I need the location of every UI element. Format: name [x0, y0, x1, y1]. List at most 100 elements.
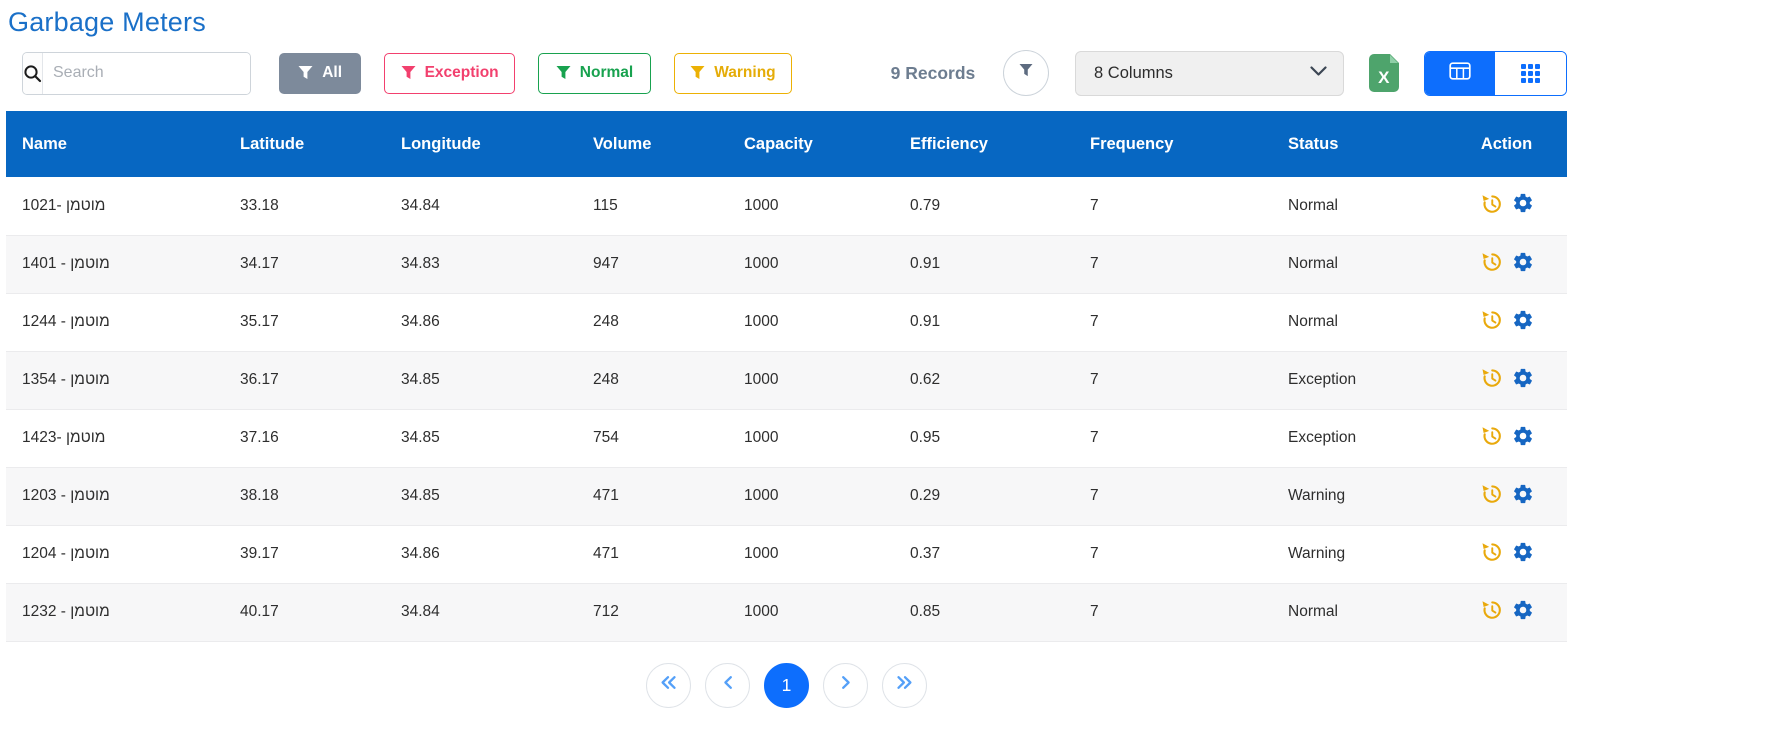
- settings-button[interactable]: [1512, 367, 1534, 392]
- column-header-longitude[interactable]: Longitude: [385, 111, 577, 177]
- cell-action: [1446, 235, 1567, 293]
- cell-latitude: 35.17: [224, 293, 385, 351]
- filter-funnel-button[interactable]: [1003, 50, 1049, 96]
- columns-dropdown[interactable]: 8 Columns: [1075, 51, 1344, 96]
- pagination-last-button[interactable]: [882, 663, 927, 708]
- grid-view-button[interactable]: [1495, 52, 1566, 95]
- table-row: 1021- מוטמן33.1834.8411510000.797Normal: [6, 177, 1567, 235]
- column-header-capacity[interactable]: Capacity: [728, 111, 894, 177]
- cell-capacity: 1000: [728, 177, 894, 235]
- pagination-page-1-button[interactable]: 1: [764, 663, 809, 708]
- history-icon: [1480, 308, 1503, 334]
- cell-capacity: 1000: [728, 351, 894, 409]
- table-view-icon: [1449, 62, 1471, 85]
- cell-status: Normal: [1272, 235, 1446, 293]
- cell-latitude: 38.18: [224, 467, 385, 525]
- cell-name: 1021- מוטמן: [6, 177, 224, 235]
- cell-frequency: 7: [1074, 293, 1272, 351]
- filter-normal-button[interactable]: Normal: [538, 53, 651, 94]
- cell-name: 1244 - מוטמן: [6, 293, 224, 351]
- cell-longitude: 34.84: [385, 177, 577, 235]
- cell-status: Normal: [1272, 177, 1446, 235]
- cell-volume: 471: [577, 467, 728, 525]
- settings-button[interactable]: [1512, 541, 1534, 566]
- records-count: 9 Records: [891, 63, 976, 84]
- pagination-previous-button[interactable]: [705, 663, 750, 708]
- cell-capacity: 1000: [728, 525, 894, 583]
- cell-latitude: 36.17: [224, 351, 385, 409]
- cell-latitude: 39.17: [224, 525, 385, 583]
- funnel-icon: [1019, 64, 1033, 82]
- cell-name: 1354 - מוטמן: [6, 351, 224, 409]
- column-header-action[interactable]: Action: [1446, 111, 1567, 177]
- cell-action: [1446, 293, 1567, 351]
- settings-button[interactable]: [1512, 251, 1534, 276]
- history-button[interactable]: [1480, 308, 1503, 334]
- filter-exception-button[interactable]: Exception: [384, 53, 514, 94]
- pagination: 1: [6, 663, 1567, 708]
- cell-action: [1446, 409, 1567, 467]
- filter-warning-button[interactable]: Warning: [674, 53, 791, 94]
- gear-icon: [1512, 309, 1534, 334]
- history-icon: [1480, 482, 1503, 508]
- gear-icon: [1512, 599, 1534, 624]
- table-header-row: NameLatitudeLongitudeVolumeCapacityEffic…: [6, 111, 1567, 177]
- cell-capacity: 1000: [728, 409, 894, 467]
- chevron-right-icon: [840, 675, 852, 695]
- cell-status: Exception: [1272, 409, 1446, 467]
- pagination-next-button[interactable]: [823, 663, 868, 708]
- history-button[interactable]: [1480, 192, 1503, 218]
- cell-name: 1204 - מוטמן: [6, 525, 224, 583]
- column-header-name[interactable]: Name: [6, 111, 224, 177]
- cell-longitude: 34.85: [385, 409, 577, 467]
- cell-action: [1446, 177, 1567, 235]
- cell-longitude: 34.86: [385, 293, 577, 351]
- excel-icon: X: [1378, 69, 1389, 92]
- column-header-frequency[interactable]: Frequency: [1074, 111, 1272, 177]
- cell-frequency: 7: [1074, 177, 1272, 235]
- history-icon: [1480, 366, 1503, 392]
- cell-efficiency: 0.85: [894, 583, 1074, 641]
- settings-button[interactable]: [1512, 425, 1534, 450]
- history-icon: [1480, 598, 1503, 624]
- cell-latitude: 34.17: [224, 235, 385, 293]
- settings-button[interactable]: [1512, 192, 1534, 217]
- history-button[interactable]: [1480, 366, 1503, 392]
- cell-capacity: 1000: [728, 467, 894, 525]
- history-button[interactable]: [1480, 250, 1503, 276]
- filter-all-button[interactable]: All: [279, 53, 362, 94]
- column-header-volume[interactable]: Volume: [577, 111, 728, 177]
- column-header-efficiency[interactable]: Efficiency: [894, 111, 1074, 177]
- filter-exception-label: Exception: [425, 64, 499, 82]
- cell-frequency: 7: [1074, 467, 1272, 525]
- cell-efficiency: 0.91: [894, 235, 1074, 293]
- cell-action: [1446, 351, 1567, 409]
- column-header-latitude[interactable]: Latitude: [224, 111, 385, 177]
- settings-button[interactable]: [1512, 483, 1534, 508]
- cell-efficiency: 0.91: [894, 293, 1074, 351]
- history-button[interactable]: [1480, 482, 1503, 508]
- cell-volume: 947: [577, 235, 728, 293]
- cell-longitude: 34.86: [385, 525, 577, 583]
- filter-all-label: All: [322, 64, 342, 82]
- history-icon: [1480, 250, 1503, 276]
- settings-button[interactable]: [1512, 599, 1534, 624]
- pagination-first-button[interactable]: [646, 663, 691, 708]
- settings-button[interactable]: [1512, 309, 1534, 334]
- cell-status: Exception: [1272, 351, 1446, 409]
- excel-export-button[interactable]: X: [1369, 54, 1399, 92]
- table-view-button[interactable]: [1425, 52, 1496, 95]
- cell-name: 1232 - מוטמן: [6, 583, 224, 641]
- cell-efficiency: 0.95: [894, 409, 1074, 467]
- cell-longitude: 34.85: [385, 351, 577, 409]
- cell-status: Normal: [1272, 583, 1446, 641]
- table-row: 1244 - מוטמן35.1734.8624810000.917Normal: [6, 293, 1567, 351]
- search-input[interactable]: [43, 53, 251, 94]
- history-button[interactable]: [1480, 598, 1503, 624]
- history-button[interactable]: [1480, 540, 1503, 566]
- grid-view-icon: [1521, 64, 1540, 83]
- cell-capacity: 1000: [728, 293, 894, 351]
- column-header-status[interactable]: Status: [1272, 111, 1446, 177]
- cell-capacity: 1000: [728, 235, 894, 293]
- history-button[interactable]: [1480, 424, 1503, 450]
